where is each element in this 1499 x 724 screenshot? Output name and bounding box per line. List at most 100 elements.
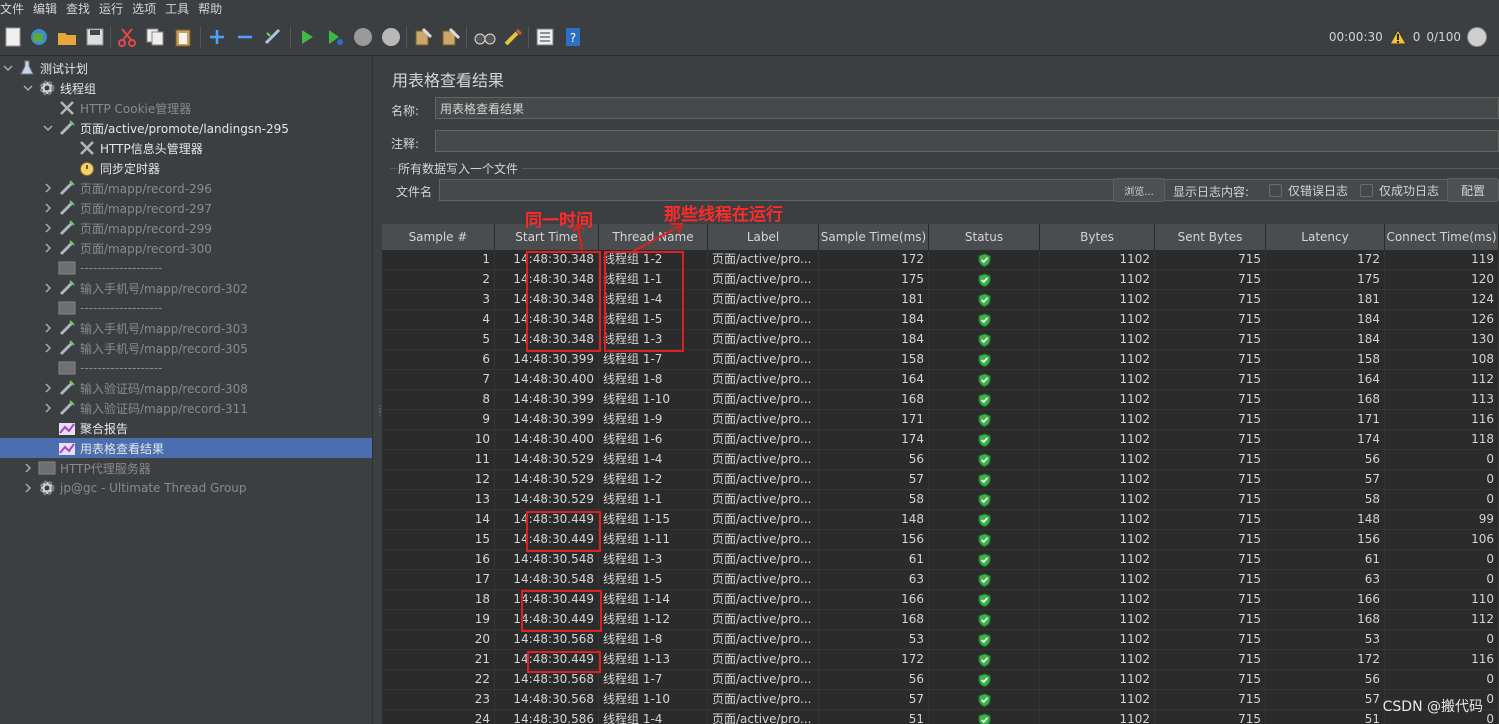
reset-search-icon[interactable] xyxy=(502,26,524,48)
chevron-right-icon[interactable] xyxy=(22,482,34,494)
box-icon xyxy=(38,459,56,477)
menu-item-3[interactable]: 运行 xyxy=(99,0,132,18)
tree-node[interactable]: HTTP Cookie管理器 xyxy=(0,98,372,118)
help-icon[interactable]: ? xyxy=(562,26,584,48)
chevron-right-icon[interactable] xyxy=(42,402,54,414)
toggle-icon[interactable] xyxy=(262,26,284,48)
tree-node[interactable]: ------------------- xyxy=(0,358,372,378)
column-header[interactable]: Sent Bytes xyxy=(1155,224,1266,250)
clear-all-icon[interactable] xyxy=(440,26,462,48)
clear-icon[interactable] xyxy=(412,26,434,48)
column-header[interactable]: Connect Time(ms) xyxy=(1385,224,1499,250)
menu-item-0[interactable]: 文件 xyxy=(0,0,33,18)
remote-globe-icon[interactable] xyxy=(1467,27,1487,47)
tree-node[interactable]: jp@gc - Ultimate Thread Group xyxy=(0,478,372,498)
table-cell: 166 xyxy=(819,590,929,610)
table-cell: 4 xyxy=(382,310,495,330)
tree-node[interactable]: 输入手机号/mapp/record-303 xyxy=(0,318,372,338)
success-only-checkbox[interactable]: 仅成功日志 xyxy=(1360,182,1439,199)
collapse-minus-icon[interactable] xyxy=(234,26,256,48)
table-row[interactable]: 12 14:48:30.529 线程组 1-2 页面/active/pro... 57 1… xyxy=(382,470,1499,490)
tree-node[interactable]: 同步定时器 xyxy=(0,158,372,178)
tree-node[interactable]: ------------------- xyxy=(0,298,372,318)
tree-node[interactable]: HTTP信息头管理器 xyxy=(0,138,372,158)
chevron-right-icon[interactable] xyxy=(42,282,54,294)
tree-node[interactable]: 输入验证码/mapp/record-311 xyxy=(0,398,372,418)
table-row[interactable]: 13 14:48:30.529 线程组 1-1 页面/active/pro... 58 1… xyxy=(382,490,1499,510)
menu-item-4[interactable]: 选项 xyxy=(132,0,165,18)
comment-input[interactable] xyxy=(435,130,1499,152)
tree-node[interactable]: HTTP代理服务器 xyxy=(0,458,372,478)
table-row[interactable]: 11 14:48:30.529 线程组 1-4 页面/active/pro... 56 1… xyxy=(382,450,1499,470)
menu-item-1[interactable]: 编辑 xyxy=(33,0,66,18)
new-file-icon[interactable] xyxy=(2,26,24,48)
errors-only-checkbox[interactable]: 仅错误日志 xyxy=(1269,182,1348,199)
tree-node[interactable]: 页面/mapp/record-299 xyxy=(0,218,372,238)
table-row[interactable]: 17 14:48:30.548 线程组 1-5 页面/active/pro... 63 1… xyxy=(382,570,1499,590)
tree-node[interactable]: 输入手机号/mapp/record-305 xyxy=(0,338,372,358)
search-binoculars-icon[interactable] xyxy=(474,26,496,48)
table-row[interactable]: 22 14:48:30.568 线程组 1-7 页面/active/pro... 56 1… xyxy=(382,670,1499,690)
column-header[interactable]: Latency xyxy=(1266,224,1385,250)
chevron-right-icon[interactable] xyxy=(42,242,54,254)
chevron-right-icon[interactable] xyxy=(42,322,54,334)
chevron-right-icon[interactable] xyxy=(42,202,54,214)
tree-node[interactable]: 输入验证码/mapp/record-308 xyxy=(0,378,372,398)
column-header[interactable]: Label xyxy=(708,224,819,250)
browse-button[interactable]: 浏览... xyxy=(1113,178,1165,202)
column-header[interactable]: Status xyxy=(929,224,1040,250)
start-no-pause-icon[interactable] xyxy=(324,26,346,48)
function-helper-icon[interactable] xyxy=(534,26,556,48)
start-icon[interactable] xyxy=(296,26,318,48)
save-icon[interactable] xyxy=(84,26,106,48)
tree-node[interactable]: 页面/mapp/record-296 xyxy=(0,178,372,198)
cut-icon[interactable] xyxy=(116,26,138,48)
menu-item-5[interactable]: 工具 xyxy=(165,0,198,18)
paste-icon[interactable] xyxy=(172,26,194,48)
templates-icon[interactable] xyxy=(28,26,50,48)
menu-item-2[interactable]: 查找 xyxy=(66,0,99,18)
copy-icon[interactable] xyxy=(144,26,166,48)
report-icon xyxy=(58,419,76,437)
chevron-down-icon[interactable] xyxy=(22,82,34,94)
name-input[interactable] xyxy=(435,97,1499,119)
column-header[interactable]: Sample Time(ms) xyxy=(819,224,929,250)
warning-icon[interactable] xyxy=(1388,28,1407,46)
chevron-right-icon[interactable] xyxy=(42,382,54,394)
tree-node[interactable]: 聚合报告 xyxy=(0,418,372,438)
shutdown-icon[interactable] xyxy=(380,26,402,48)
tree-node[interactable]: 测试计划 xyxy=(0,58,372,78)
tree-node[interactable]: ------------------- xyxy=(0,258,372,278)
tree-node[interactable]: 输入手机号/mapp/record-302 xyxy=(0,278,372,298)
expand-plus-icon[interactable] xyxy=(206,26,228,48)
configure-button[interactable]: 配置 xyxy=(1447,178,1499,202)
table-cell: 0 xyxy=(1385,670,1499,690)
chevron-down-icon[interactable] xyxy=(2,62,14,74)
chevron-right-icon[interactable] xyxy=(42,342,54,354)
tree-node[interactable]: 用表格查看结果 xyxy=(0,438,372,458)
chevron-right-icon[interactable] xyxy=(42,222,54,234)
table-row[interactable]: 6 14:48:30.399 线程组 1-7 页面/active/pro... 158 1… xyxy=(382,350,1499,370)
chevron-right-icon[interactable] xyxy=(22,462,34,474)
table-cell: 715 xyxy=(1155,630,1266,650)
table-row[interactable]: 24 14:48:30.586 线程组 1-4 页面/active/pro... 51 1… xyxy=(382,710,1499,724)
table-row[interactable]: 20 14:48:30.568 线程组 1-8 页面/active/pro... 53 1… xyxy=(382,630,1499,650)
tree-node[interactable]: 页面/mapp/record-300 xyxy=(0,238,372,258)
chevron-right-icon[interactable] xyxy=(42,182,54,194)
table-row[interactable]: 8 14:48:30.399 线程组 1-10 页面/active/pro... 168… xyxy=(382,390,1499,410)
tree-node[interactable]: 页面/mapp/record-297 xyxy=(0,198,372,218)
split-pane-divider[interactable]: ⋮ ⋮ xyxy=(372,57,384,724)
column-header[interactable]: Bytes xyxy=(1040,224,1155,250)
tree-node[interactable]: 页面/active/promote/landingsn-295 xyxy=(0,118,372,138)
table-row[interactable]: 9 14:48:30.399 线程组 1-9 页面/active/pro... 171 1… xyxy=(382,410,1499,430)
table-row[interactable]: 7 14:48:30.400 线程组 1-8 页面/active/pro... 164 1… xyxy=(382,370,1499,390)
tree-node[interactable]: 线程组 xyxy=(0,78,372,98)
table-row[interactable]: 23 14:48:30.568 线程组 1-10 页面/active/pro... 57… xyxy=(382,690,1499,710)
open-folder-icon[interactable] xyxy=(56,26,78,48)
table-row[interactable]: 10 14:48:30.400 线程组 1-6 页面/active/pro... 174… xyxy=(382,430,1499,450)
stop-icon[interactable] xyxy=(352,26,374,48)
column-header[interactable]: Sample # xyxy=(382,224,495,250)
menu-item-6[interactable]: 帮助 xyxy=(198,0,231,18)
table-row[interactable]: 16 14:48:30.548 线程组 1-3 页面/active/pro... 61 1… xyxy=(382,550,1499,570)
chevron-down-icon[interactable] xyxy=(42,122,54,134)
